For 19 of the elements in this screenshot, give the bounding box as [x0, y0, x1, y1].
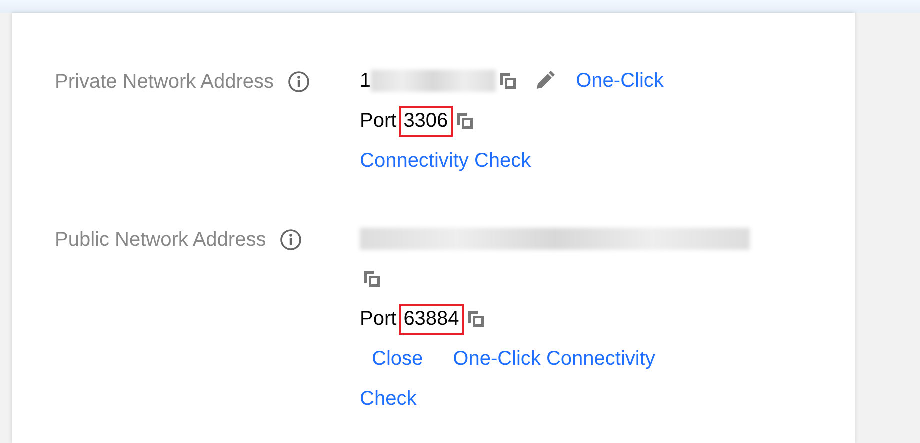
- field-label: Public Network Address: [55, 228, 266, 253]
- copy-icon[interactable]: [362, 269, 382, 289]
- port-number: 63884: [398, 304, 464, 334]
- link[interactable]: Check: [360, 388, 417, 410]
- field-label: Private Network Address: [55, 70, 274, 95]
- port-number: 3306: [398, 106, 454, 136]
- port-label: Port: [360, 308, 397, 330]
- copy-icon[interactable]: [498, 71, 518, 91]
- copy-icon[interactable]: [455, 111, 476, 131]
- info-icon[interactable]: [288, 71, 310, 93]
- copy-icon[interactable]: [466, 309, 486, 329]
- link[interactable]: Close: [372, 348, 424, 370]
- link[interactable]: Connectivity Check: [360, 150, 532, 172]
- address-text: 1: [360, 70, 372, 92]
- port-label: Port: [360, 110, 397, 132]
- link[interactable]: One-Click: [576, 70, 664, 92]
- pencil-icon[interactable]: [534, 70, 556, 92]
- link[interactable]: One-Click Connectivity: [453, 348, 656, 370]
- info-icon[interactable]: [280, 229, 302, 251]
